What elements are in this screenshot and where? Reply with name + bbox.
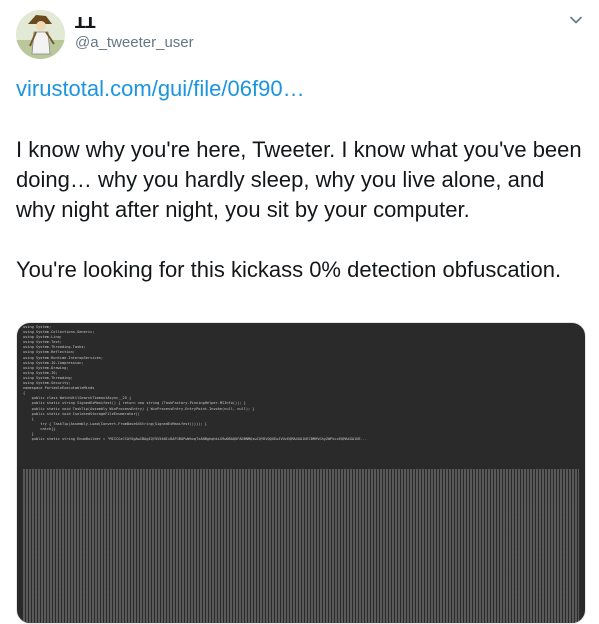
avatar-image: [16, 10, 65, 59]
tweet-header: ꓕꓕ @a_tweeter_user: [16, 10, 586, 60]
avatar[interactable]: [16, 10, 65, 59]
display-name[interactable]: ꓕꓕ: [75, 13, 194, 33]
encoded-payload-block: [23, 469, 579, 623]
code-screenshot-image[interactable]: using System; using System.Collections.G…: [16, 322, 586, 624]
tweet-text-paragraph-1: I know why you're here, Tweeter. I know …: [16, 137, 582, 222]
chevron-down-icon[interactable]: [568, 12, 584, 28]
user-handle[interactable]: @a_tweeter_user: [75, 33, 194, 53]
tweet-card: ꓕꓕ @a_tweeter_user virustotal.com/gui/fi…: [0, 0, 599, 624]
tweet-text-paragraph-2: You're looking for this kickass 0% detec…: [16, 257, 562, 282]
virustotal-link[interactable]: virustotal.com/gui/file/06f90…: [16, 74, 305, 104]
author-names: ꓕꓕ @a_tweeter_user: [75, 13, 194, 53]
